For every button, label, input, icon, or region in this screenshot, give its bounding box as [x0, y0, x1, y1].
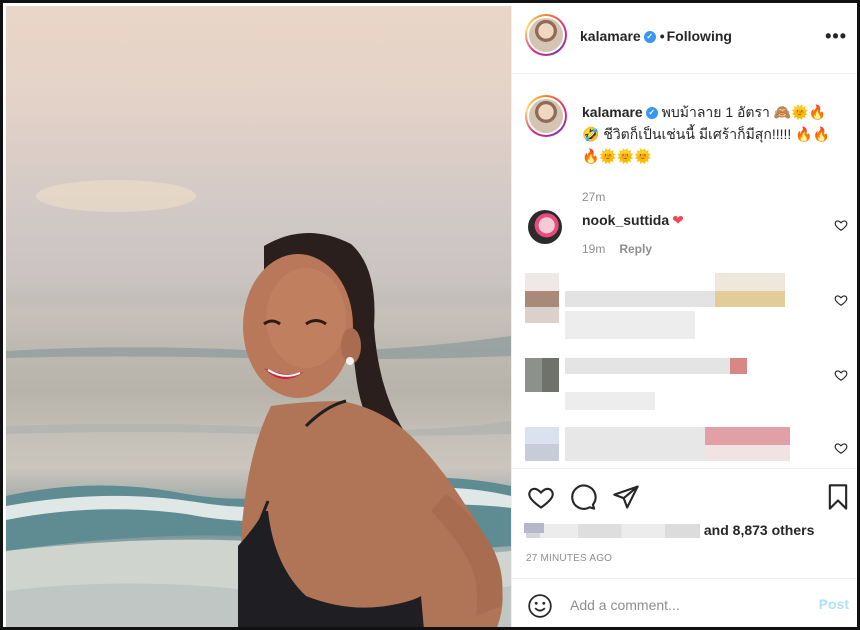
- more-options-icon[interactable]: •••: [825, 26, 847, 47]
- comment-like-icon[interactable]: [834, 441, 848, 455]
- author-avatar[interactable]: [525, 14, 567, 56]
- reply-button[interactable]: Reply: [619, 242, 652, 256]
- likes-summary[interactable]: and 8,873 others: [524, 522, 815, 539]
- comment-meta: 19m Reply: [582, 242, 652, 256]
- liker-avatars: [524, 523, 544, 533]
- caption-timestamp[interactable]: 27m: [582, 190, 605, 204]
- emoji-icon[interactable]: [527, 593, 553, 619]
- verified-badge-icon: ✓: [643, 31, 656, 44]
- separator-dot: •: [659, 28, 665, 44]
- blurred-comment: [525, 358, 848, 418]
- comment-like-icon[interactable]: [834, 293, 848, 307]
- blurred-liker-name: [526, 524, 700, 539]
- likes-count[interactable]: and 8,873 others: [704, 522, 815, 538]
- comment-like-icon[interactable]: [834, 218, 848, 232]
- blurred-comment: [525, 273, 848, 343]
- beach-photo-illustration: [6, 180, 511, 627]
- post-photo[interactable]: [6, 6, 511, 627]
- caption-username[interactable]: kalamare: [582, 104, 643, 120]
- heart-icon[interactable]: [527, 483, 555, 511]
- commenter-avatar[interactable]: [528, 210, 562, 244]
- author-info: kalamare ✓ • Following: [580, 28, 732, 44]
- comment-input[interactable]: [570, 594, 800, 616]
- verified-badge-icon: ✓: [645, 107, 658, 120]
- comments-list[interactable]: kalamare ✓ พบม้าลาย 1 อัตรา 🙈🌞🔥 🤣 ชีวิตก็…: [512, 75, 857, 468]
- post-actions: and 8,873 others 27 MINUTES AGO: [512, 468, 857, 568]
- caption-text-block: kalamare ✓ พบม้าลาย 1 อัตรา 🙈🌞🔥 🤣 ชีวิตก็…: [582, 101, 844, 167]
- post-timestamp[interactable]: 27 MINUTES AGO: [526, 553, 612, 564]
- comment-body: ❤: [672, 212, 684, 228]
- post-side-panel: kalamare ✓ • Following ••• kalamare ✓ พบม้าล…: [511, 6, 857, 627]
- caption-avatar[interactable]: [525, 95, 567, 137]
- commenter-username[interactable]: nook_suttida: [582, 212, 669, 228]
- post-modal: kalamare ✓ • Following ••• kalamare ✓ พบม้าล…: [0, 0, 860, 630]
- following-button[interactable]: Following: [667, 28, 732, 44]
- share-icon[interactable]: [612, 483, 640, 511]
- post-button[interactable]: Post: [819, 596, 849, 612]
- add-comment-bar: Post: [512, 578, 857, 627]
- author-username[interactable]: kalamare: [580, 28, 641, 44]
- comment-text: nook_suttida ❤: [582, 212, 684, 229]
- comment-icon[interactable]: [569, 483, 597, 511]
- comment-time: 19m: [582, 242, 606, 256]
- bookmark-icon[interactable]: [824, 483, 852, 511]
- comment-like-icon[interactable]: [834, 368, 848, 382]
- blurred-comment: [525, 427, 848, 467]
- avatar-image: [529, 18, 563, 52]
- post-header: kalamare ✓ • Following •••: [512, 6, 857, 74]
